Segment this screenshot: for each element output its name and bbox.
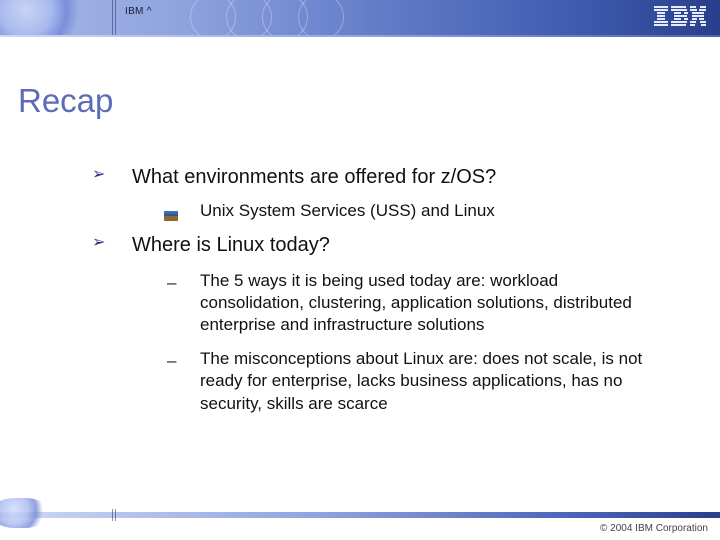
slide-body: ➢ What environments are offered for z/OS… xyxy=(92,154,652,427)
ibm-logo-icon xyxy=(654,6,706,33)
list-item-text: Where is Linux today? xyxy=(132,234,330,256)
divider xyxy=(115,509,116,521)
list-item: ➢ What environments are offered for z/OS… xyxy=(92,164,652,190)
globe-graphic xyxy=(0,0,92,35)
divider xyxy=(112,509,113,521)
list-item: Unix System Services (USS) and Linux xyxy=(92,200,652,222)
arrow-bullet-icon: ➢ xyxy=(92,233,105,254)
header-tag: IBM ^ xyxy=(125,6,152,17)
top-underline xyxy=(0,35,720,37)
top-banner: IBM ^ xyxy=(0,0,720,35)
bottom-banner xyxy=(0,512,720,518)
list-item-text: The misconceptions about Linux are: does… xyxy=(200,349,642,412)
slide-title: Recap xyxy=(18,82,113,120)
list-item-text: Unix System Services (USS) and Linux xyxy=(200,201,495,220)
list-item-text: The 5 ways it is being used today are: w… xyxy=(200,271,632,334)
list-item: – The misconceptions about Linux are: do… xyxy=(92,348,652,414)
arrow-bullet-icon: ➢ xyxy=(92,165,105,186)
copyright-text: © 2004 IBM Corporation xyxy=(600,523,708,534)
picture-bullet-icon xyxy=(164,205,178,227)
list-item: ➢ Where is Linux today? xyxy=(92,232,652,258)
slide: IBM ^ xyxy=(0,0,720,540)
dash-bullet-icon: – xyxy=(167,272,176,294)
decorative-circles xyxy=(200,0,344,35)
list-item: – The 5 ways it is being used today are:… xyxy=(92,270,652,336)
list-item-text: What environments are offered for z/OS? xyxy=(132,166,496,188)
globe-graphic xyxy=(0,498,50,528)
divider xyxy=(115,0,116,35)
dash-bullet-icon: – xyxy=(167,350,176,372)
divider xyxy=(112,0,113,35)
